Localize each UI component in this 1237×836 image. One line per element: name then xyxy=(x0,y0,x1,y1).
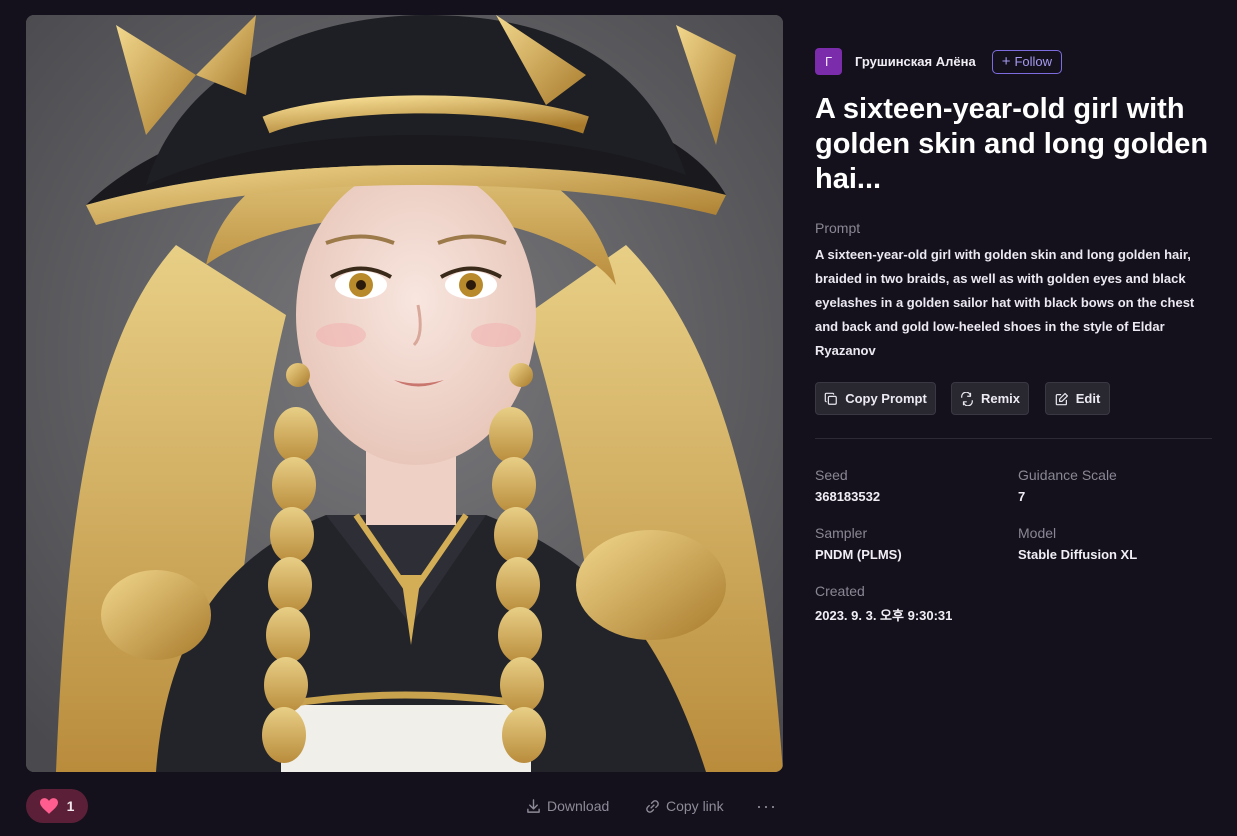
edit-icon xyxy=(1055,392,1068,405)
like-button[interactable]: 1 xyxy=(26,789,88,823)
model-value: Stable Diffusion XL xyxy=(1018,547,1138,562)
image-detail-page: 1 Download Copy link ··· Г Грушинская Ал… xyxy=(0,0,1237,836)
portrait-illustration xyxy=(26,15,783,772)
created-value: 2023. 9. 3. 오후 9:30:31 xyxy=(815,608,953,623)
sampler-label: Sampler xyxy=(815,525,868,541)
seed-value: 368183532 xyxy=(815,489,881,504)
more-icon: ··· xyxy=(756,795,777,816)
avatar[interactable]: Г xyxy=(815,48,842,75)
sampler-value: PNDM (PLMS) xyxy=(815,547,902,562)
plus-icon: + xyxy=(1001,53,1011,70)
download-icon xyxy=(527,798,540,813)
seed-label: Seed xyxy=(815,467,848,483)
created-label: Created xyxy=(815,583,865,599)
heart-icon xyxy=(39,798,58,814)
copy-link-button[interactable]: Copy link xyxy=(645,794,724,818)
follow-label: Follow xyxy=(1014,54,1053,69)
prompt-label: Prompt xyxy=(815,220,861,236)
author-name[interactable]: Грушинская Алёна xyxy=(855,54,976,69)
page-title: A sixteen-year-old girl with golden skin… xyxy=(815,93,1209,195)
more-options-button[interactable]: ··· xyxy=(756,794,777,818)
guidance-scale-label: Guidance Scale xyxy=(1018,467,1117,483)
model-label: Model xyxy=(1018,525,1057,541)
generated-artwork[interactable] xyxy=(26,15,783,772)
download-label: Download xyxy=(547,798,610,814)
copy-prompt-label: Copy Prompt xyxy=(845,391,927,406)
copy-icon xyxy=(824,392,838,405)
author-row: Г Грушинская Алёна + Follow xyxy=(815,48,1063,75)
copy-link-label: Copy link xyxy=(666,798,724,814)
remix-button[interactable]: Remix xyxy=(951,382,1029,415)
follow-button[interactable]: + Follow xyxy=(991,49,1063,74)
download-button[interactable]: Download xyxy=(526,794,609,818)
copy-prompt-button[interactable]: Copy Prompt xyxy=(815,382,936,415)
link-icon xyxy=(646,799,659,813)
guidance-scale-value: 7 xyxy=(1018,489,1026,504)
like-count: 1 xyxy=(66,798,75,814)
remix-icon xyxy=(961,391,973,406)
remix-label: Remix xyxy=(980,391,1021,406)
edit-label: Edit xyxy=(1075,391,1101,406)
divider xyxy=(815,438,1212,439)
prompt-text: A sixteen-year-old girl with golden skin… xyxy=(815,247,1195,358)
edit-button[interactable]: Edit xyxy=(1045,382,1110,415)
